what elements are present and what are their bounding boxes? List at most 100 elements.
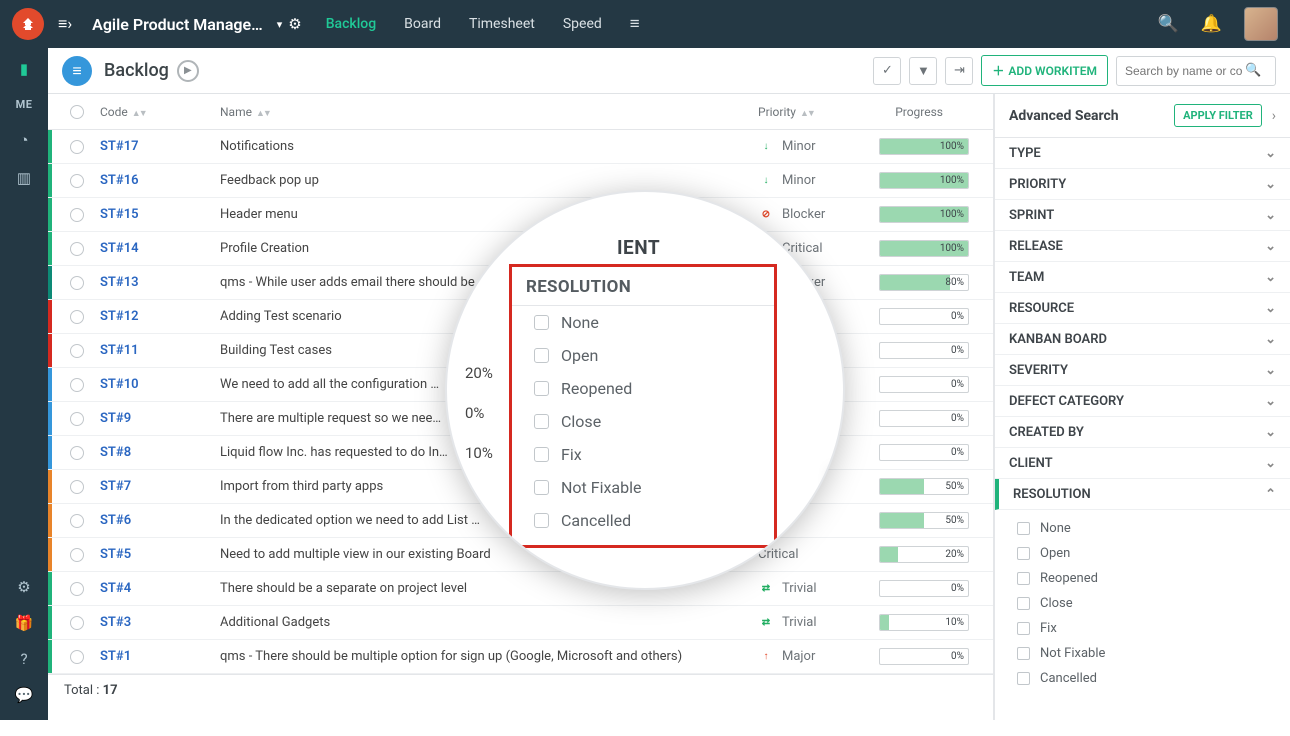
play-icon[interactable]: ▶ <box>177 60 199 82</box>
table-row[interactable]: ST#3 Additional Gadgets ⇄Trivial 10% <box>48 606 993 640</box>
menu-toggle-icon[interactable]: ≡› <box>58 14 72 34</box>
filter-icon[interactable]: ▼ <box>909 57 937 85</box>
adv-group[interactable]: TYPE⌄ <box>995 138 1290 169</box>
row-code[interactable]: ST#7 <box>100 479 220 494</box>
col-progress[interactable]: Progress <box>873 105 993 119</box>
check-all[interactable] <box>70 105 84 119</box>
row-code[interactable]: ST#15 <box>100 207 220 222</box>
search-input[interactable] <box>1125 64 1245 78</box>
tab-board[interactable]: Board <box>404 16 441 32</box>
row-check[interactable] <box>70 242 84 256</box>
row-check[interactable] <box>70 650 84 664</box>
adv-group[interactable]: SEVERITY⌄ <box>995 355 1290 386</box>
tab-speed[interactable]: Speed <box>563 16 602 32</box>
col-priority[interactable]: Priority▲▼ <box>758 105 873 119</box>
row-check[interactable] <box>70 480 84 494</box>
row-code[interactable]: ST#10 <box>100 377 220 392</box>
row-code[interactable]: ST#12 <box>100 309 220 324</box>
resolution-option[interactable]: Cancelled <box>995 666 1290 691</box>
apply-filter-button[interactable]: APPLY FILTER <box>1174 104 1262 127</box>
adv-group[interactable]: TEAM⌄ <box>995 262 1290 293</box>
gear-icon[interactable]: ⚙ <box>288 15 301 33</box>
row-check[interactable] <box>70 276 84 290</box>
row-check[interactable] <box>70 140 84 154</box>
resolution-option[interactable]: Close <box>995 591 1290 616</box>
folder-icon[interactable]: ▮ <box>20 60 28 78</box>
row-code[interactable]: ST#6 <box>100 513 220 528</box>
app-dropdown-icon[interactable]: ▾ <box>277 18 283 31</box>
row-code[interactable]: ST#3 <box>100 615 220 630</box>
row-name[interactable]: qms - There should be multiple option fo… <box>220 649 758 664</box>
row-check[interactable] <box>70 310 84 324</box>
resolution-option[interactable]: Not Fixable <box>995 641 1290 666</box>
clock-icon[interactable]: ◔ <box>19 131 28 149</box>
col-name[interactable]: Name▲▼ <box>220 105 758 119</box>
checkbox[interactable] <box>1017 622 1030 635</box>
resolution-option[interactable]: None <box>995 516 1290 541</box>
row-check[interactable] <box>70 174 84 188</box>
row-code[interactable]: ST#14 <box>100 241 220 256</box>
avatar[interactable] <box>1244 7 1278 41</box>
row-name[interactable]: Feedback pop up <box>220 173 758 188</box>
help-icon[interactable]: ? <box>20 650 27 668</box>
row-check[interactable] <box>70 378 84 392</box>
table-row[interactable]: ST#1 qms - There should be multiple opti… <box>48 640 993 674</box>
row-check[interactable] <box>70 514 84 528</box>
row-name[interactable]: Notifications <box>220 139 758 154</box>
checkbox[interactable] <box>1017 647 1030 660</box>
adv-group[interactable]: RELEASE⌄ <box>995 231 1290 262</box>
row-code[interactable]: ST#4 <box>100 581 220 596</box>
row-check[interactable] <box>70 208 84 222</box>
row-name[interactable]: Additional Gadgets <box>220 615 758 630</box>
adv-group[interactable]: CLIENT⌄ <box>995 448 1290 479</box>
bell-icon[interactable]: 🔔 <box>1201 14 1222 34</box>
chart-icon[interactable]: ▥ <box>17 169 31 187</box>
collapse-panel-icon[interactable]: › <box>1272 108 1276 124</box>
checkbox[interactable] <box>1017 547 1030 560</box>
me-label[interactable]: ME <box>16 98 33 111</box>
row-code[interactable]: ST#16 <box>100 173 220 188</box>
adv-group[interactable]: RESOURCE⌄ <box>995 293 1290 324</box>
adv-group[interactable]: CREATED BY⌄ <box>995 417 1290 448</box>
adv-group[interactable]: DEFECT CATEGORY⌄ <box>995 386 1290 417</box>
adv-group[interactable]: KANBAN BOARD⌄ <box>995 324 1290 355</box>
resolution-option[interactable]: Reopened <box>995 566 1290 591</box>
search-input-wrap[interactable]: 🔍 <box>1116 56 1276 86</box>
row-code[interactable]: ST#11 <box>100 343 220 358</box>
adv-group-resolution[interactable]: RESOLUTION⌃ <box>995 479 1290 510</box>
row-check[interactable] <box>70 616 84 630</box>
row-check[interactable] <box>70 344 84 358</box>
col-code[interactable]: Code▲▼ <box>100 105 220 119</box>
row-check[interactable] <box>70 446 84 460</box>
row-code[interactable]: ST#9 <box>100 411 220 426</box>
checkbox[interactable] <box>1017 572 1030 585</box>
checkbox[interactable] <box>1017 672 1030 685</box>
row-check[interactable] <box>70 582 84 596</box>
tab-timesheet[interactable]: Timesheet <box>469 16 535 32</box>
search-icon[interactable]: 🔍 <box>1158 14 1179 34</box>
sliders-icon[interactable]: ⚙ <box>17 578 30 596</box>
row-code[interactable]: ST#17 <box>100 139 220 154</box>
gift-icon[interactable]: 🎁 <box>15 614 34 632</box>
adv-group[interactable]: SPRINT⌄ <box>995 200 1290 231</box>
row-code[interactable]: ST#8 <box>100 445 220 460</box>
resolution-option[interactable]: Fix <box>995 616 1290 641</box>
app-title[interactable]: Agile Product Manage… <box>92 15 263 34</box>
resolution-option[interactable]: Open <box>995 541 1290 566</box>
checkbox[interactable] <box>1017 522 1030 535</box>
adv-group[interactable]: PRIORITY⌄ <box>995 169 1290 200</box>
row-code[interactable]: ST#13 <box>100 275 220 290</box>
checklist-icon[interactable]: ✓ <box>873 57 901 85</box>
logo[interactable] <box>12 8 44 40</box>
row-check[interactable] <box>70 548 84 562</box>
tab-backlog[interactable]: Backlog <box>326 16 376 32</box>
nav-more-icon[interactable]: ≡ <box>630 14 640 34</box>
add-workitem-button[interactable]: ＋ADD WORKITEM <box>981 55 1108 86</box>
row-code[interactable]: ST#1 <box>100 649 220 664</box>
export-icon[interactable]: ⇥ <box>945 57 973 85</box>
chat-icon[interactable]: 💬 <box>15 686 34 704</box>
row-code[interactable]: ST#5 <box>100 547 220 562</box>
table-row[interactable]: ST#17 Notifications ↓Minor 100% <box>48 130 993 164</box>
checkbox[interactable] <box>1017 597 1030 610</box>
row-check[interactable] <box>70 412 84 426</box>
